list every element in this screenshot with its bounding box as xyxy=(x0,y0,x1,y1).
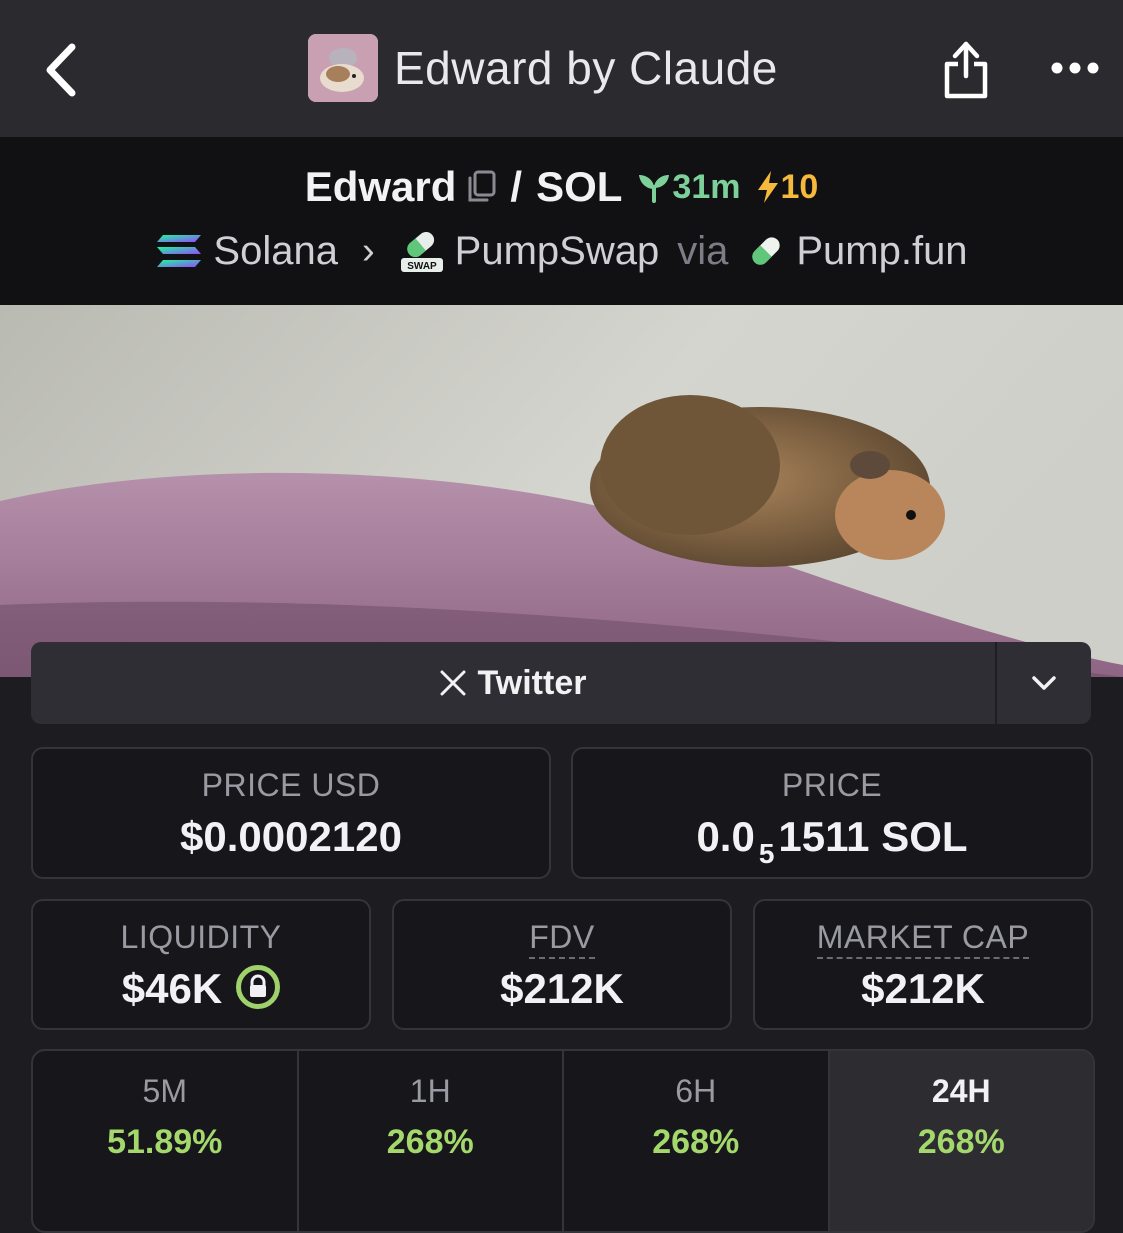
more-dots-icon xyxy=(1051,62,1099,74)
price-change-tabs: 5M 51.89% 1H 268% 6H 268% 24H 268% xyxy=(31,1049,1095,1233)
tab-label: 24H xyxy=(931,1073,991,1109)
chevron-left-icon xyxy=(46,43,76,97)
chain-link[interactable]: Solana xyxy=(213,229,338,274)
tab-change-value: 268% xyxy=(652,1123,740,1161)
pair-age: 31m xyxy=(672,167,741,206)
links-dropdown-button[interactable] xyxy=(995,642,1091,724)
copy-icon[interactable] xyxy=(466,170,496,204)
tab-label: 6H xyxy=(675,1073,717,1109)
top-bar: Edward by Claude xyxy=(0,0,1123,137)
market-cap-label[interactable]: MARKET CAP xyxy=(816,919,1030,959)
price-native-value: 0.0 51511 SOL xyxy=(696,813,968,869)
token-banner-image xyxy=(0,305,1123,677)
liquidity-value: $46K xyxy=(121,965,223,1012)
dex-link[interactable]: PumpSwap xyxy=(455,229,660,274)
page-title: Edward by Claude xyxy=(394,42,778,94)
fdv-card: FDV $212K xyxy=(392,899,732,1030)
boost-badge[interactable]: 10 xyxy=(756,168,818,207)
tab-change-value: 268% xyxy=(917,1123,1005,1161)
chevron-down-icon xyxy=(1032,676,1056,690)
fdv-label[interactable]: FDV xyxy=(529,919,595,959)
market-cap-card: MARKET CAP $212K xyxy=(753,899,1093,1030)
tab-change-value: 268% xyxy=(386,1123,474,1161)
token-avatar[interactable] xyxy=(308,34,378,102)
boost-count: 10 xyxy=(780,167,819,206)
solana-icon xyxy=(157,235,202,267)
pumpswap-icon: SWAP xyxy=(400,231,443,272)
title-group: Edward by Claude xyxy=(308,34,778,102)
fdv-value: $212K xyxy=(500,965,624,1012)
base-token-symbol: Edward xyxy=(304,163,457,210)
tab-label: 5M xyxy=(142,1073,187,1109)
quote-token-symbol: SOL xyxy=(536,163,623,210)
svg-text:SWAP: SWAP xyxy=(407,261,437,272)
price-usd-value: $0.0002120 xyxy=(180,813,402,860)
liquidity-value-row: $46K xyxy=(33,964,369,1014)
twitter-button[interactable]: Twitter xyxy=(31,642,995,724)
chain-breadcrumb: Solana › SWAP PumpSwap via Pump.fun xyxy=(0,225,1123,277)
back-button[interactable] xyxy=(30,38,90,102)
tab-change-value: 51.89% xyxy=(107,1123,223,1161)
price-native-card: PRICE 0.0 51511 SOL xyxy=(571,747,1093,879)
chevron-right-icon: › xyxy=(361,229,375,272)
pair-line: Edward / SOL 31m 10 xyxy=(0,161,1123,213)
market-cap-value: $212K xyxy=(861,965,985,1012)
sprout-icon xyxy=(639,175,670,203)
launchpad-link[interactable]: Pump.fun xyxy=(796,229,967,274)
tab-24h[interactable]: 24H 268% xyxy=(829,1051,1093,1231)
price-usd-label: PRICE USD xyxy=(201,767,381,803)
liquidity-card: LIQUIDITY $46K xyxy=(31,899,371,1030)
pair-age-badge: 31m xyxy=(636,168,740,207)
pair-separator: / xyxy=(510,163,523,210)
social-links-row: Twitter xyxy=(31,642,1091,724)
share-button[interactable] xyxy=(935,36,997,102)
lightning-icon xyxy=(758,171,779,203)
price-native-label: PRICE xyxy=(781,767,883,803)
x-logo-icon xyxy=(440,670,466,696)
price-usd-card: PRICE USD $0.0002120 xyxy=(31,747,551,879)
tab-1h[interactable]: 1H 268% xyxy=(299,1051,564,1231)
more-button[interactable] xyxy=(1040,48,1110,88)
twitter-label: Twitter xyxy=(477,663,587,702)
tab-label: 1H xyxy=(409,1073,451,1109)
share-icon xyxy=(944,41,988,99)
liquidity-label: LIQUIDITY xyxy=(120,919,282,955)
lock-icon[interactable] xyxy=(236,964,281,1009)
pumpfun-icon xyxy=(752,237,781,265)
pair-header: Edward / SOL 31m 10 Solana › SWAP PumpSw… xyxy=(0,137,1123,305)
tab-6h[interactable]: 6H 268% xyxy=(564,1051,830,1231)
via-label: via xyxy=(677,228,729,273)
tab-5m[interactable]: 5M 51.89% xyxy=(33,1051,299,1231)
